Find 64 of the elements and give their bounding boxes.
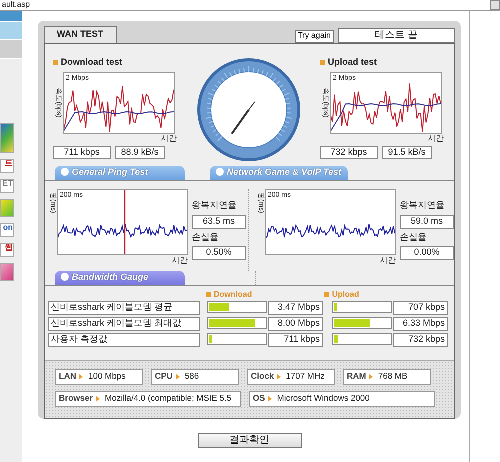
- info-label: Clock: [251, 372, 274, 382]
- try-again-button[interactable]: Try again: [294, 30, 334, 43]
- banner-image[interactable]: [0, 263, 14, 281]
- axis-label: 시간: [171, 256, 188, 266]
- info-label: RAM: [347, 372, 366, 382]
- loss-value: 0.50%: [192, 246, 246, 260]
- info-value: 768 MB: [378, 372, 408, 382]
- address-text: ault.asp: [2, 0, 30, 10]
- info-value: Mozilla/4.0 (compatible; MSIE 5.5: [105, 394, 232, 404]
- scroll-button[interactable]: [490, 0, 500, 10]
- row-label: 신비로sshark 케이블모뎀 최대값: [48, 317, 200, 332]
- info-value: Microsoft Windows 2000: [277, 394, 370, 404]
- test-title: Upload test: [320, 58, 444, 68]
- marker-line: [124, 190, 126, 254]
- rate-value: 91.5 kB/s: [382, 146, 432, 160]
- bandwidth-value: 6.33 Mbps: [393, 317, 448, 332]
- row-label: 사용자 측정값: [48, 333, 200, 348]
- latency-value: 59.0 ms: [400, 214, 454, 229]
- sidebar-tab[interactable]: [0, 40, 22, 59]
- banner-link[interactable]: ET: [0, 179, 14, 193]
- arrow-icon: [277, 374, 282, 380]
- banner-image[interactable]: [0, 123, 14, 153]
- arrow-icon: [96, 396, 100, 402]
- info-label: LAN: [59, 372, 76, 382]
- sidebar-tab[interactable]: [0, 22, 22, 40]
- bandwidth-value: 707 kbps: [393, 301, 448, 316]
- latency-label: 왕복지연율: [400, 200, 446, 211]
- loss-value: 0.00%: [400, 246, 454, 260]
- arrow-icon: [268, 396, 272, 402]
- axis-label: 시간: [379, 256, 396, 266]
- loss-label: 손실율: [192, 232, 220, 242]
- test-title: Download test: [53, 58, 177, 68]
- info-value: 1707 MHz: [286, 372, 325, 382]
- rate-value: 88.9 kB/s: [115, 146, 165, 160]
- loss-label: 손실율: [400, 232, 428, 242]
- speed-value: 732 kbps: [320, 146, 378, 160]
- status-field: 테스트 끝: [338, 28, 455, 43]
- bandwidth-value: 732 kbps: [393, 333, 448, 348]
- speed-value: 711 kbps: [53, 146, 111, 160]
- row-label: 신비로sshark 케이블모뎀 평균: [48, 301, 200, 316]
- latency-label: 왕복지연율: [192, 200, 238, 211]
- info-label: CPU: [155, 372, 173, 382]
- info-value: 100 Mbps: [88, 372, 126, 382]
- info-label: OS: [253, 394, 266, 404]
- axis-label: 시간: [160, 134, 177, 144]
- banner-link[interactable]: 트: [0, 159, 14, 173]
- banner-link[interactable]: on: [0, 223, 14, 237]
- arrow-icon: [176, 374, 180, 380]
- banner-link[interactable]: 웹: [0, 243, 14, 257]
- bandwidth-value: 3.47 Mbps: [268, 301, 323, 316]
- column-header: Download: [206, 290, 252, 300]
- arrow-icon: [79, 374, 84, 380]
- latency-value: 63.5 ms: [192, 214, 246, 229]
- banner-image[interactable]: [0, 199, 14, 217]
- sidebar-tab[interactable]: [0, 11, 22, 22]
- info-label: Browser: [59, 394, 94, 404]
- axis-label: 시간: [427, 134, 444, 144]
- column-header: Upload: [324, 290, 360, 300]
- bandwidth-value: 8.00 Mbps: [268, 317, 323, 332]
- bandwidth-value: 711 kbps: [268, 333, 323, 348]
- info-value: 586: [184, 372, 200, 382]
- arrow-icon: [369, 374, 374, 380]
- wan-test-tab[interactable]: WAN TEST: [44, 26, 116, 43]
- result-button[interactable]: 결과확인: [198, 433, 302, 448]
